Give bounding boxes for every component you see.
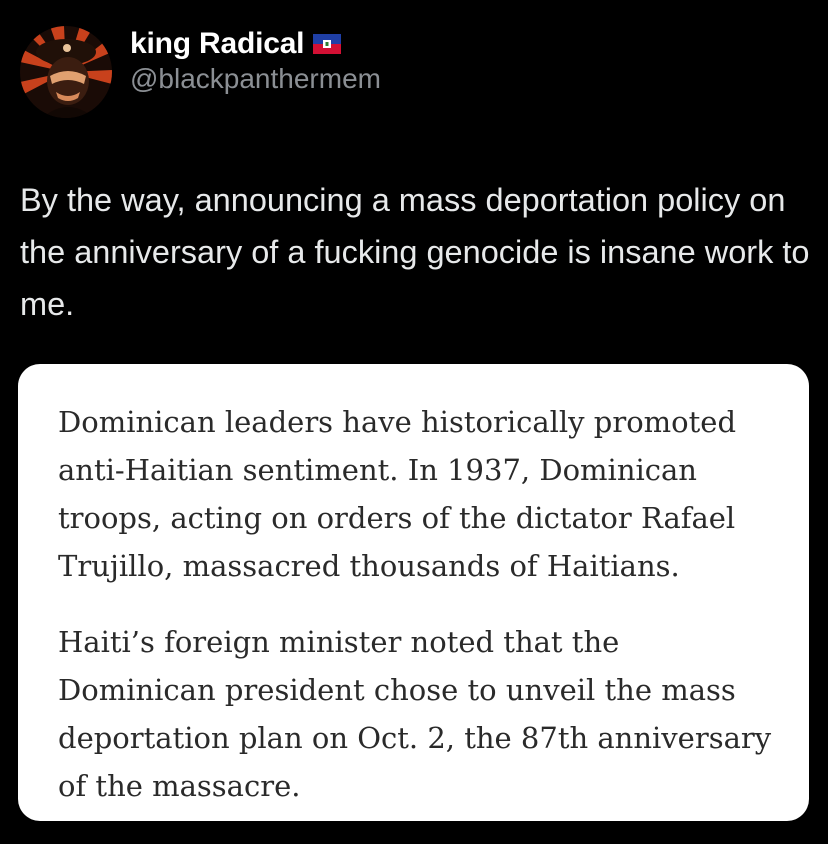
quote-paragraph: Dominican leaders have historically prom… bbox=[58, 405, 737, 583]
display-name[interactable]: king Radical bbox=[130, 27, 305, 61]
portrait-icon bbox=[20, 26, 112, 118]
post-header: king Radical @blackpanthermem bbox=[20, 24, 381, 120]
avatar[interactable] bbox=[20, 26, 112, 118]
author-identity: king Radical @blackpanthermem bbox=[130, 27, 381, 95]
user-handle[interactable]: @blackpanthermem bbox=[130, 63, 381, 95]
haiti-flag-icon bbox=[313, 34, 342, 54]
quote-paragraph: Haiti’s foreign minister noted that the … bbox=[58, 625, 772, 803]
name-row: king Radical bbox=[130, 27, 381, 61]
tweet-post: king Radical @blackpanthermem By the way… bbox=[0, 0, 828, 844]
quoted-article-image[interactable]: Dominican leaders have historically prom… bbox=[18, 364, 809, 821]
post-text: By the way, announcing a mass deportatio… bbox=[20, 182, 810, 322]
